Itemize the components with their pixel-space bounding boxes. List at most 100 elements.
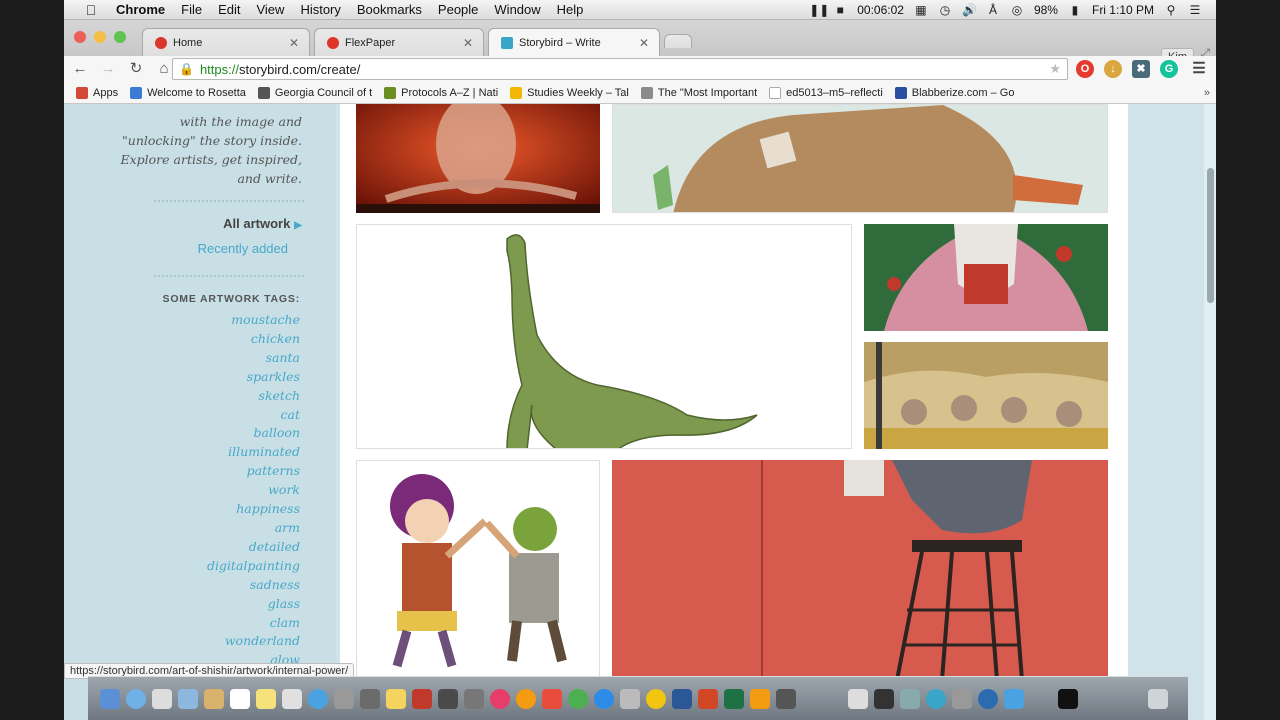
safari-icon[interactable] [126, 689, 146, 709]
artwork-tile-sack[interactable] [612, 104, 1108, 213]
facetime-icon[interactable] [334, 689, 354, 709]
tag-link[interactable]: happiness [207, 500, 300, 519]
bookmark-rosetta[interactable]: Welcome to Rosetta [130, 86, 246, 99]
clock-icon[interactable]: ◷ [938, 4, 952, 16]
tools-extension-icon[interactable]: ✖ [1132, 60, 1150, 78]
tag-link[interactable]: sparkles [207, 368, 300, 387]
bookmark-most-important[interactable]: The "Most Important [640, 86, 757, 99]
notes-icon[interactable] [204, 689, 224, 709]
volume-icon[interactable]: 🔊 [962, 4, 977, 16]
terminal-icon[interactable] [1058, 689, 1078, 709]
bookmark-ed5013[interactable]: ed5013–m5–reflecti [769, 86, 883, 99]
monitor-icon[interactable] [874, 689, 894, 709]
tag-link[interactable]: digitalpainting [207, 557, 300, 576]
app-icon[interactable] [438, 689, 458, 709]
menu-help[interactable]: Help [557, 2, 584, 17]
artwork-tile-creatures[interactable] [864, 342, 1108, 449]
itunes-icon[interactable] [490, 689, 510, 709]
bookmark-star-icon[interactable]: ★ [1049, 61, 1061, 77]
tag-link[interactable]: balloon [207, 424, 300, 443]
minimize-window-button[interactable] [94, 31, 106, 43]
app-icon[interactable] [978, 689, 998, 709]
recently-added-link[interactable]: Recently added [198, 241, 288, 256]
artwork-tile-tiger[interactable] [356, 104, 600, 213]
close-tab-icon[interactable]: ✕ [639, 36, 649, 50]
menu-edit[interactable]: Edit [218, 2, 240, 17]
close-tab-icon[interactable]: ✕ [289, 36, 299, 50]
tag-link[interactable]: cat [207, 406, 300, 425]
artwork-tile-dinosaur[interactable] [356, 224, 852, 449]
dropbox-icon[interactable]: ▦ [914, 4, 928, 16]
page-scrollbar[interactable] [1204, 104, 1216, 720]
artwork-tile-red-stool[interactable] [612, 460, 1108, 680]
all-artwork-link[interactable]: All artwork ▶ [223, 216, 302, 231]
tab-storybird[interactable]: Storybird – Write ✕ [488, 28, 660, 57]
menu-view[interactable]: View [256, 2, 284, 17]
app-icon[interactable] [952, 689, 972, 709]
flower-icon[interactable] [750, 689, 770, 709]
app-icon[interactable] [620, 689, 640, 709]
apple-icon[interactable]:  [80, 2, 102, 18]
bluetooth-icon[interactable]: Å [986, 4, 1000, 16]
menu-history[interactable]: History [300, 2, 340, 17]
menu-window[interactable]: Window [494, 2, 540, 17]
tag-link[interactable]: wonderland [207, 632, 300, 651]
menu-people[interactable]: People [438, 2, 478, 17]
artwork-tile-high-five[interactable] [356, 460, 600, 680]
calendar-icon[interactable] [230, 689, 250, 709]
app-store-icon[interactable] [594, 689, 614, 709]
bookmark-blabberize[interactable]: Blabberize.com – Go [894, 86, 1014, 99]
tag-link[interactable]: work [207, 481, 300, 500]
app-icon[interactable] [1004, 689, 1024, 709]
tag-link[interactable]: illuminated [207, 443, 300, 462]
excel-icon[interactable] [724, 689, 744, 709]
tag-link[interactable]: santa [207, 349, 300, 368]
opera-extension-icon[interactable]: O [1076, 60, 1094, 78]
tag-link[interactable]: patterns [207, 462, 300, 481]
ibooks-icon[interactable] [516, 689, 536, 709]
tab-home[interactable]: Home ✕ [142, 28, 310, 56]
notification-center-icon[interactable]: ☰ [1188, 4, 1202, 16]
stickies-icon[interactable] [256, 689, 276, 709]
trash-icon[interactable] [1148, 689, 1168, 709]
tag-link[interactable]: sadness [207, 576, 300, 595]
close-window-button[interactable] [74, 31, 86, 43]
tag-link[interactable]: clam [207, 614, 300, 633]
finder-icon[interactable] [100, 689, 120, 709]
close-tab-icon[interactable]: ✕ [463, 36, 473, 50]
preview-icon[interactable] [178, 689, 198, 709]
menu-file[interactable]: File [181, 2, 202, 17]
app-icon[interactable] [900, 689, 920, 709]
address-bar[interactable]: 🔒 https:// storybird.com /create/ ★ [172, 58, 1068, 80]
download-extension-icon[interactable]: ↓ [1104, 60, 1122, 78]
wifi-icon[interactable]: ◎ [1010, 4, 1024, 16]
app-icon[interactable] [776, 689, 796, 709]
battery-icon[interactable]: ▮ [1068, 4, 1082, 16]
pause-icon[interactable]: ❚❚ [809, 4, 829, 16]
word-icon[interactable] [672, 689, 692, 709]
powerpoint-icon[interactable] [698, 689, 718, 709]
bookmark-georgia-council[interactable]: Georgia Council of t [257, 86, 372, 99]
app-icon[interactable] [464, 689, 484, 709]
reload-icon[interactable]: ↻ [124, 58, 148, 80]
tag-link[interactable]: detailed [207, 538, 300, 557]
menu-clock[interactable]: Fri 1:10 PM [1092, 3, 1154, 17]
forward-icon[interactable]: → [96, 58, 120, 80]
stop-icon[interactable]: ■ [833, 4, 847, 16]
menu-app-name[interactable]: Chrome [116, 2, 165, 17]
photo-booth-icon[interactable] [360, 689, 380, 709]
app-icon[interactable] [646, 689, 666, 709]
more-bookmarks-icon[interactable]: » [1204, 87, 1210, 99]
new-tab-button[interactable] [664, 34, 692, 48]
app-icon[interactable] [542, 689, 562, 709]
bookmark-apps[interactable]: Apps [76, 86, 118, 99]
chrome-icon[interactable] [568, 689, 588, 709]
spotlight-icon[interactable]: ⚲ [1164, 4, 1178, 16]
tag-link[interactable]: moustache [207, 311, 300, 330]
chrome-menu-icon[interactable]: ☰ [1190, 60, 1208, 78]
bookmark-studies-weekly[interactable]: Studies Weekly – Tal [510, 86, 629, 99]
artwork-tile-monster[interactable] [864, 224, 1108, 331]
tag-link[interactable]: arm [207, 519, 300, 538]
tag-link[interactable]: glass [207, 595, 300, 614]
scrollbar-thumb[interactable] [1207, 168, 1214, 303]
